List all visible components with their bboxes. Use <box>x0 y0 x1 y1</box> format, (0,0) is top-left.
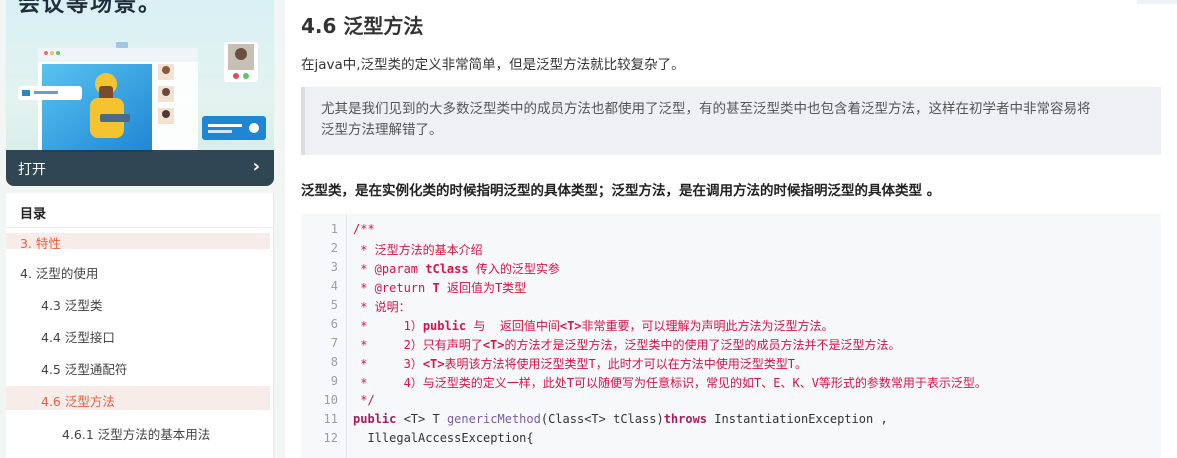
code-token: T <box>432 281 440 295</box>
code-token: * @param <box>353 262 426 276</box>
line-number: 5 <box>330 298 338 312</box>
code-token: (Class<T> tClass) <box>540 412 664 426</box>
code-line: IllegalAccessException{ <box>353 431 534 445</box>
code-token: <T> <box>422 357 445 371</box>
line-number: 7 <box>330 336 338 350</box>
code-token: <T> T <box>396 412 447 426</box>
code-token: public <box>422 319 467 333</box>
toc-item-usage[interactable]: 4. 泛型的使用 <box>20 263 98 282</box>
code-token: * @return <box>353 281 433 295</box>
line-number: 9 <box>330 374 338 388</box>
blockquote: 尤其是我们见到的大多数泛型类中的成员方法也都使用了泛型，有的甚至泛型类中也包含着… <box>301 87 1161 155</box>
code-token: genericMethod <box>446 412 541 426</box>
line-number-gutter: 1 2 3 4 5 6 7 8 9 10 11 12 <box>301 214 347 458</box>
intro-paragraph: 在java中,泛型类的定义非常简单，但是泛型方法就比较复杂了。 <box>301 57 685 73</box>
code-token: * 1） <box>353 319 423 333</box>
code-token: 的方法才是泛型方法，泛型类中的使用了泛型的成员方法并不是泛型方法。 <box>504 338 901 352</box>
code-token: <T> <box>482 338 505 352</box>
promo-heading: 会议等场景。 <box>18 0 163 17</box>
promo-card[interactable]: 会议等场景。 打开 › <box>6 0 274 186</box>
code-block[interactable]: 1 2 3 4 5 6 7 8 9 10 11 12 /** * 泛型方法的基本… <box>301 214 1161 458</box>
code-token: 非常重要，可以理解为声明此方法为泛型方法。 <box>581 319 834 333</box>
toc-item-generic-method[interactable]: 4.6 泛型方法 <box>41 391 115 410</box>
code-line: * 4）与泛型类的定义一样，此处T可以随便写为任意标识，常见的如T、E、K、V等… <box>353 376 987 390</box>
line-number: 6 <box>330 317 338 331</box>
toc-header: 目录 <box>20 207 47 222</box>
code-token: tClass <box>425 262 469 276</box>
table-of-contents: 目录 3. 特性 4. 泛型的使用 4.3 泛型类 4.4 泛型接口 4.5 泛… <box>6 193 274 458</box>
code-token: InstantiationException , <box>707 412 888 426</box>
code-token: <T> <box>559 319 582 333</box>
quote-line-2: 泛型方法理解错了。 <box>321 122 443 138</box>
line-number: 12 <box>323 431 338 445</box>
toc-divider <box>6 227 274 228</box>
quote-line-1: 尤其是我们见到的大多数泛型类中的成员方法也都使用了泛型，有的甚至泛型类中也包含着… <box>321 101 1091 117</box>
code-token: 表明该方法将使用泛型类型T，此时才可以在方法中使用泛型类型T。 <box>444 357 807 371</box>
line-number: 11 <box>323 412 338 426</box>
promo-open-bar[interactable]: 打开 › <box>6 150 274 186</box>
left-sidebar: 会议等场景。 打开 › 目录 3. 特性 4. 泛型的使用 4.3 泛型类 4.… <box>0 0 285 458</box>
code-line: */ <box>353 393 375 407</box>
line-number: 8 <box>330 355 338 369</box>
section-title: 4.6 泛型方法 <box>301 14 424 38</box>
top-strip <box>1137 0 1177 4</box>
code-token: 传入的泛型实参 <box>468 262 560 276</box>
line-number: 3 <box>330 260 338 274</box>
code-line: * 泛型方法的基本介绍 <box>353 243 483 257</box>
code-token: * 3） <box>353 357 423 371</box>
line-number: 1 <box>330 222 338 236</box>
code-token: public <box>353 412 397 426</box>
code-token: 返回值为T类型 <box>439 281 527 295</box>
toc-item-wildcard[interactable]: 4.5 泛型通配符 <box>41 359 127 378</box>
toc-item-generic-class[interactable]: 4.3 泛型类 <box>41 295 102 314</box>
line-number: 4 <box>330 279 338 293</box>
code-line: /** <box>353 222 375 236</box>
toc-item-generic-interface[interactable]: 4.4 泛型接口 <box>41 327 115 346</box>
code-token: 与 返回值中间 <box>466 319 560 333</box>
open-label: 打开 <box>18 162 46 178</box>
code-token: * 2）只有声明了 <box>353 338 483 352</box>
code-line: public <T> T genericMethod(Class<T> tCla… <box>353 412 888 426</box>
code-line: * @param tClass 传入的泛型实参 <box>353 260 560 277</box>
code-line: * @return T 返回值为T类型 <box>353 279 526 296</box>
line-number: 2 <box>330 241 338 255</box>
video-meeting-illustration <box>18 42 266 152</box>
code-token: throws <box>663 412 708 426</box>
article-content: 4.6 泛型方法 在java中,泛型类的定义非常简单，但是泛型方法就比较复杂了。… <box>285 0 1177 458</box>
emphasis-paragraph: 泛型类，是在实例化类的时候指明泛型的具体类型；泛型方法，是在调用方法的时候指明泛… <box>301 183 941 199</box>
line-number: 10 <box>323 393 338 407</box>
chevron-right-icon[interactable]: › <box>253 156 260 177</box>
code-line: * 2）只有声明了<T>的方法才是泛型方法，泛型类中的使用了泛型的成员方法并不是… <box>353 336 901 353</box>
code-line: * 1）public 与 返回值中间<T>非常重要，可以理解为声明此方法为泛型方… <box>353 317 834 334</box>
code-line: * 说明： <box>353 300 411 314</box>
code-line: * 3）<T>表明该方法将使用泛型类型T，此时才可以在方法中使用泛型类型T。 <box>353 355 807 372</box>
toc-item-generic-method-basic[interactable]: 4.6.1 泛型方法的基本用法 <box>62 424 210 443</box>
toc-item-features[interactable]: 3. 特性 <box>20 233 61 252</box>
